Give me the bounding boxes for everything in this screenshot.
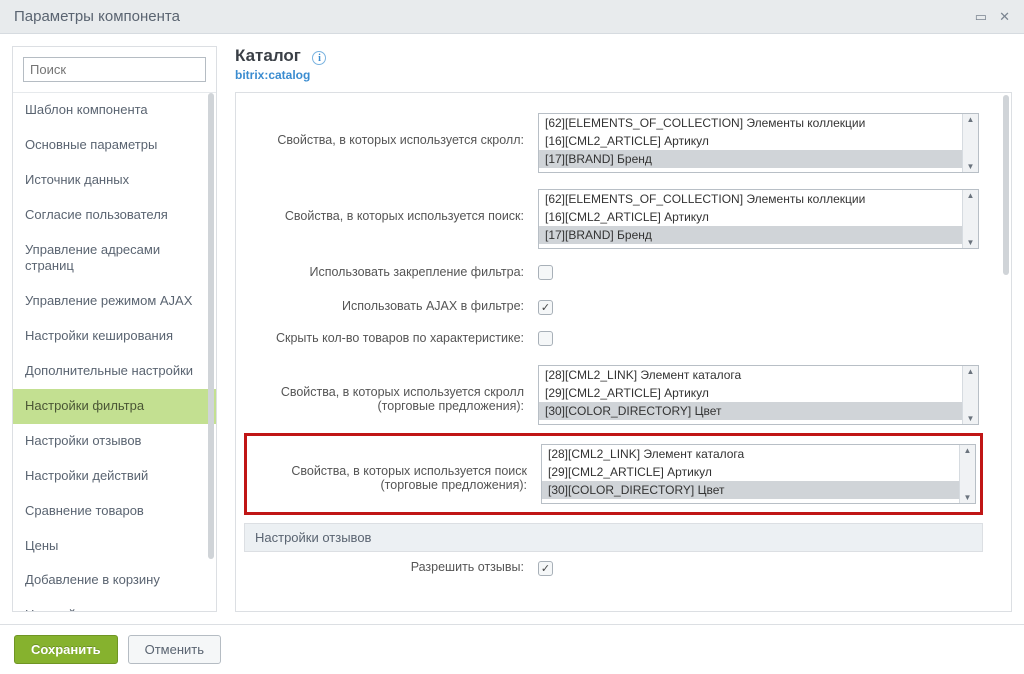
sidebar-item[interactable]: Сравнение товаров xyxy=(13,494,216,529)
content-scrollbar[interactable] xyxy=(1003,95,1009,609)
arrow-up-icon[interactable]: ▲ xyxy=(967,191,975,200)
row-scroll-props: Свойства, в которых используется скролл:… xyxy=(244,105,983,181)
close-icon[interactable]: ✕ xyxy=(999,9,1010,25)
main: Каталог i bitrix:catalog Свойства, в кот… xyxy=(217,34,1024,624)
row-filter-ajax: Использовать AJAX в фильтре: xyxy=(244,291,983,323)
checkbox-allow-reviews[interactable] xyxy=(538,561,553,576)
search-input[interactable] xyxy=(23,57,206,82)
arrow-down-icon[interactable]: ▼ xyxy=(967,414,975,423)
listbox-scroll-props[interactable]: [62][ELEMENTS_OF_COLLECTION] Элементы ко… xyxy=(538,113,979,173)
sidebar-item-active[interactable]: Настройки фильтра xyxy=(13,389,216,424)
arrow-down-icon[interactable]: ▼ xyxy=(964,493,972,502)
row-label: Свойства, в которых используется поиск (… xyxy=(251,444,541,492)
section-reviews[interactable]: Настройки отзывов xyxy=(244,523,983,552)
sidebar: Шаблон компонента Основные параметры Ист… xyxy=(12,46,217,612)
sidebar-item[interactable]: Основные параметры xyxy=(13,128,216,163)
nav-list: Шаблон компонента Основные параметры Ист… xyxy=(13,92,216,611)
arrow-up-icon[interactable]: ▲ xyxy=(964,446,972,455)
search-wrap xyxy=(13,47,216,92)
sidebar-item[interactable]: Настройки отзывов xyxy=(13,424,216,459)
sidebar-item[interactable]: Цены xyxy=(13,529,216,564)
listbox-search-props[interactable]: [62][ELEMENTS_OF_COLLECTION] Элементы ко… xyxy=(538,189,979,249)
dialog: Параметры компонента ▭ ✕ Шаблон компонен… xyxy=(0,0,1024,674)
arrow-down-icon[interactable]: ▼ xyxy=(967,238,975,247)
nav-scrollbar[interactable] xyxy=(208,93,214,611)
checkbox-hide-count[interactable] xyxy=(538,331,553,346)
arrow-up-icon[interactable]: ▲ xyxy=(967,115,975,124)
titlebar-controls: ▭ ✕ xyxy=(975,9,1010,25)
sidebar-item[interactable]: Настройки кеширования xyxy=(13,319,216,354)
row-label: Свойства, в которых используется скролл: xyxy=(248,113,538,147)
save-button[interactable]: Сохранить xyxy=(14,635,118,664)
row-label: Разрешить отзывы: xyxy=(248,560,538,574)
listbox-offers-scroll[interactable]: [28][CML2_LINK] Элемент каталога [29][CM… xyxy=(538,365,979,425)
row-label: Использовать закрепление фильтра: xyxy=(248,265,538,279)
listbox-offers-search[interactable]: [28][CML2_LINK] Элемент каталога [29][CM… xyxy=(541,444,976,504)
arrow-up-icon[interactable]: ▲ xyxy=(967,367,975,376)
sidebar-item[interactable]: Добавление в корзину xyxy=(13,563,216,598)
sidebar-item[interactable]: Настройки поиска xyxy=(13,598,216,611)
checkbox-filter-ajax[interactable] xyxy=(538,300,553,315)
sidebar-item[interactable]: Управление режимом AJAX xyxy=(13,284,216,319)
component-code: bitrix:catalog xyxy=(235,68,1012,82)
sidebar-item[interactable]: Настройки действий xyxy=(13,459,216,494)
row-offers-search-highlighted: Свойства, в которых используется поиск (… xyxy=(244,433,983,515)
checkbox-filter-pin[interactable] xyxy=(538,265,553,280)
content: Свойства, в которых используется скролл:… xyxy=(235,92,1012,612)
sidebar-item[interactable]: Управление адресами страниц xyxy=(13,233,216,285)
row-label: Свойства, в которых используется скролл … xyxy=(248,365,538,413)
sidebar-item[interactable]: Источник данных xyxy=(13,163,216,198)
main-header: Каталог i bitrix:catalog xyxy=(235,46,1012,92)
body: Шаблон компонента Основные параметры Ист… xyxy=(0,34,1024,624)
titlebar-title: Параметры компонента xyxy=(14,8,180,25)
row-hide-count: Скрыть кол-во товаров по характеристике: xyxy=(244,323,983,357)
maximize-icon[interactable]: ▭ xyxy=(975,9,987,25)
cancel-button[interactable]: Отменить xyxy=(128,635,221,664)
row-label: Скрыть кол-во товаров по характеристике: xyxy=(248,331,538,345)
row-label: Свойства, в которых используется поиск: xyxy=(248,189,538,223)
sidebar-item[interactable]: Согласие пользователя xyxy=(13,198,216,233)
sidebar-item[interactable]: Шаблон компонента xyxy=(13,93,216,128)
info-icon[interactable]: i xyxy=(312,51,326,65)
titlebar: Параметры компонента ▭ ✕ xyxy=(0,0,1024,34)
arrow-down-icon[interactable]: ▼ xyxy=(967,162,975,171)
row-search-props: Свойства, в которых используется поиск: … xyxy=(244,181,983,257)
sidebar-item[interactable]: Дополнительные настройки xyxy=(13,354,216,389)
row-allow-reviews: Разрешить отзывы: xyxy=(244,552,983,584)
page-title: Каталог xyxy=(235,46,301,66)
row-offers-scroll: Свойства, в которых используется скролл … xyxy=(244,357,983,433)
footer: Сохранить Отменить xyxy=(0,624,1024,674)
row-label: Использовать AJAX в фильтре: xyxy=(248,299,538,313)
row-filter-pin: Использовать закрепление фильтра: xyxy=(244,257,983,291)
